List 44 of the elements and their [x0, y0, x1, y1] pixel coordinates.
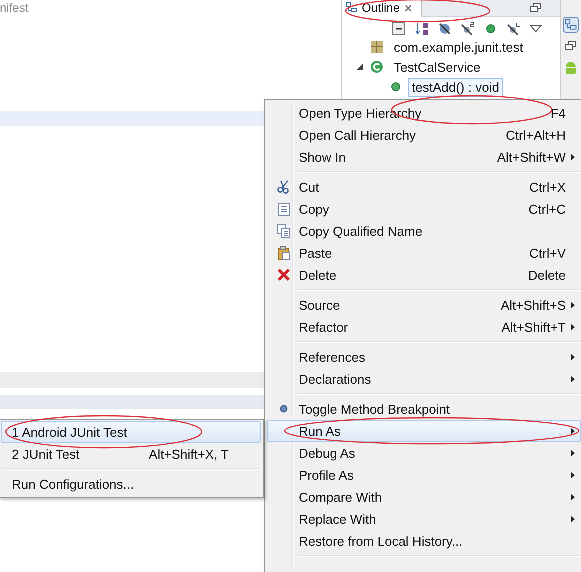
menu-item[interactable]: 2 JUnit Test Alt+Shift+X, T [1, 443, 261, 465]
menu-item[interactable]: Source Alt+Shift+S [267, 294, 581, 316]
menu-item[interactable]: Delete Delete [267, 264, 581, 286]
menu-item[interactable]: 1 Android JUnit Test [1, 421, 261, 443]
outline-view-icon [346, 2, 358, 14]
menu-item[interactable]: Debug As [267, 442, 581, 464]
copy-icon [276, 224, 290, 238]
scissors-icon [276, 180, 290, 194]
menu-item[interactable]: Refactor Alt+Shift+T [267, 316, 581, 338]
close-icon[interactable] [404, 4, 414, 12]
menu-item[interactable]: Copy Ctrl+C [267, 198, 581, 220]
menu-item[interactable]: Declarations [267, 368, 581, 390]
delete-icon [276, 268, 290, 282]
restore-icon[interactable] [530, 3, 542, 13]
menu-item[interactable]: Restore from Local History... [267, 530, 581, 552]
collapse-all-icon[interactable] [392, 22, 406, 36]
copy-icon [276, 202, 290, 216]
menu-item[interactable]: Paste Ctrl+V [267, 242, 581, 264]
view-menu-icon[interactable] [530, 25, 542, 33]
editor-tab-label: nifest [0, 0, 30, 15]
sort-icon[interactable] [415, 22, 429, 36]
menu-item[interactable]: Open Call Hierarchy Ctrl+Alt+H [267, 124, 581, 146]
outline-tree-item[interactable]: com.example.junit.test [390, 38, 528, 56]
expand-arrow-icon[interactable] [356, 63, 364, 71]
outline-view-icon[interactable] [563, 17, 579, 33]
outline-tree-item[interactable]: testAdd() : void [408, 78, 504, 96]
menu-item[interactable]: Run As [267, 420, 581, 442]
menu-item[interactable]: Cut Ctrl+X [267, 176, 581, 198]
menu-item[interactable]: References [267, 346, 581, 368]
restore-icon[interactable] [565, 41, 577, 51]
method-icon [390, 81, 402, 93]
outline-tab[interactable]: Outline [342, 0, 422, 16]
class-icon [370, 60, 384, 74]
breakpoint-icon [280, 405, 288, 413]
menu-item[interactable]: Replace With [267, 508, 581, 530]
clipboard-icon [276, 246, 290, 260]
outline-tree-item[interactable]: TestCalService [390, 58, 485, 76]
menu-item[interactable]: Toggle Method Breakpoint [267, 398, 581, 420]
menu-item[interactable]: Copy Qualified Name [267, 220, 581, 242]
menu-item[interactable]: Show In Alt+Shift+W [267, 146, 581, 168]
menu-item[interactable]: Compare With [267, 486, 581, 508]
package-icon [370, 40, 384, 54]
menu-item[interactable]: Run Configurations... [1, 473, 261, 495]
menu-item[interactable]: Profile As [267, 464, 581, 486]
